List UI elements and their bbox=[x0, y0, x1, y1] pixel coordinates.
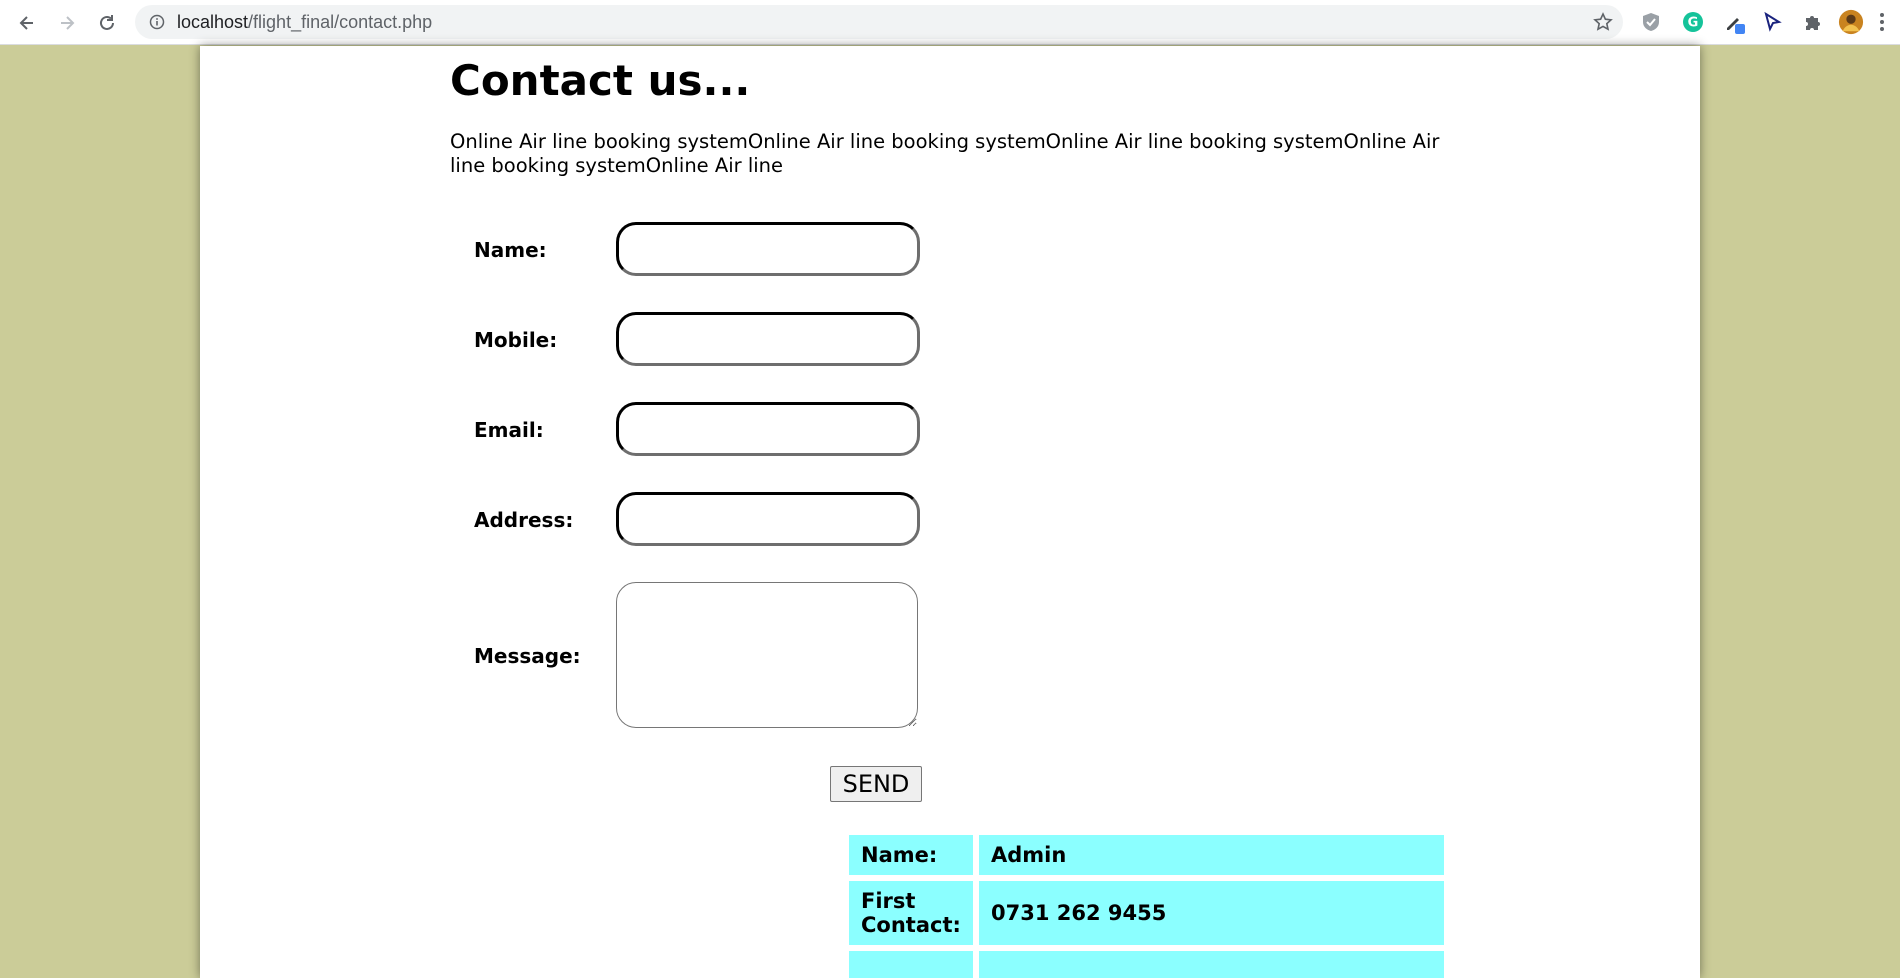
forward-button[interactable] bbox=[52, 8, 82, 38]
email-label: Email: bbox=[474, 418, 544, 442]
url-path: /flight_final/contact.php bbox=[248, 12, 433, 32]
contact-value-cell: Admin bbox=[978, 835, 1444, 875]
contact-info-table: Name: Admin First Contact: 0731 262 9455 bbox=[843, 829, 1450, 978]
cursor-extension-icon bbox=[1764, 11, 1782, 32]
back-arrow-icon bbox=[19, 16, 33, 30]
bookmark-star-icon[interactable] bbox=[1593, 12, 1613, 32]
grammarly-extension[interactable]: G bbox=[1680, 9, 1706, 35]
url-host: localhost bbox=[177, 12, 249, 32]
contact-value-cell bbox=[978, 951, 1444, 978]
profile-avatar-icon bbox=[1838, 9, 1864, 35]
address-bar[interactable]: localhost/flight_final/contact.php bbox=[135, 5, 1623, 39]
contact-value-cell: 0731 262 9455 bbox=[978, 881, 1444, 945]
send-button[interactable]: SEND bbox=[830, 766, 922, 802]
shield-extension-icon bbox=[1643, 13, 1659, 31]
cursor-extension[interactable] bbox=[1759, 9, 1785, 35]
extensions-button[interactable] bbox=[1800, 9, 1826, 35]
message-label: Message: bbox=[474, 644, 581, 668]
back-button[interactable] bbox=[12, 8, 42, 38]
site-info-icon[interactable] bbox=[149, 14, 165, 30]
contact-key-cell: Name: bbox=[849, 835, 973, 875]
email-input[interactable] bbox=[616, 402, 920, 456]
mobile-label: Mobile: bbox=[474, 328, 558, 352]
reload-icon bbox=[100, 15, 114, 30]
name-label: Name: bbox=[474, 238, 547, 262]
url-text[interactable]: localhost/flight_final/contact.php bbox=[177, 12, 432, 33]
address-label: Address: bbox=[474, 508, 574, 532]
table-row: First Contact: 0731 262 9455 bbox=[849, 881, 1444, 945]
mobile-input[interactable] bbox=[616, 312, 920, 366]
contact-key-cell: First Contact: bbox=[849, 881, 973, 945]
browser-menu-button[interactable] bbox=[1874, 9, 1890, 35]
address-input[interactable] bbox=[616, 492, 920, 546]
eyedropper-extension[interactable] bbox=[1722, 9, 1748, 35]
contact-key-cell bbox=[849, 951, 973, 978]
page-title: Contact us... bbox=[450, 56, 751, 105]
page-container: Contact us... Online Air line booking sy… bbox=[200, 46, 1700, 978]
puzzle-extensions-icon bbox=[1806, 16, 1820, 30]
reload-button[interactable] bbox=[92, 8, 122, 38]
message-textarea[interactable] bbox=[616, 582, 918, 728]
profile-avatar[interactable] bbox=[1838, 9, 1864, 35]
table-row: Name: Admin bbox=[849, 835, 1444, 875]
grammarly-extension-icon: G bbox=[1683, 12, 1703, 32]
menu-kebab-icon bbox=[1880, 13, 1884, 31]
svg-text:G: G bbox=[1688, 16, 1699, 31]
forward-arrow-icon bbox=[61, 16, 75, 30]
browser-toolbar: localhost/flight_final/contact.php G bbox=[0, 0, 1900, 45]
eyedropper-extension-icon bbox=[1727, 18, 1745, 34]
table-row bbox=[849, 951, 1444, 978]
name-input[interactable] bbox=[616, 222, 920, 276]
intro-text: Online Air line booking systemOnline Air… bbox=[450, 130, 1440, 177]
shield-extension[interactable] bbox=[1638, 9, 1664, 35]
